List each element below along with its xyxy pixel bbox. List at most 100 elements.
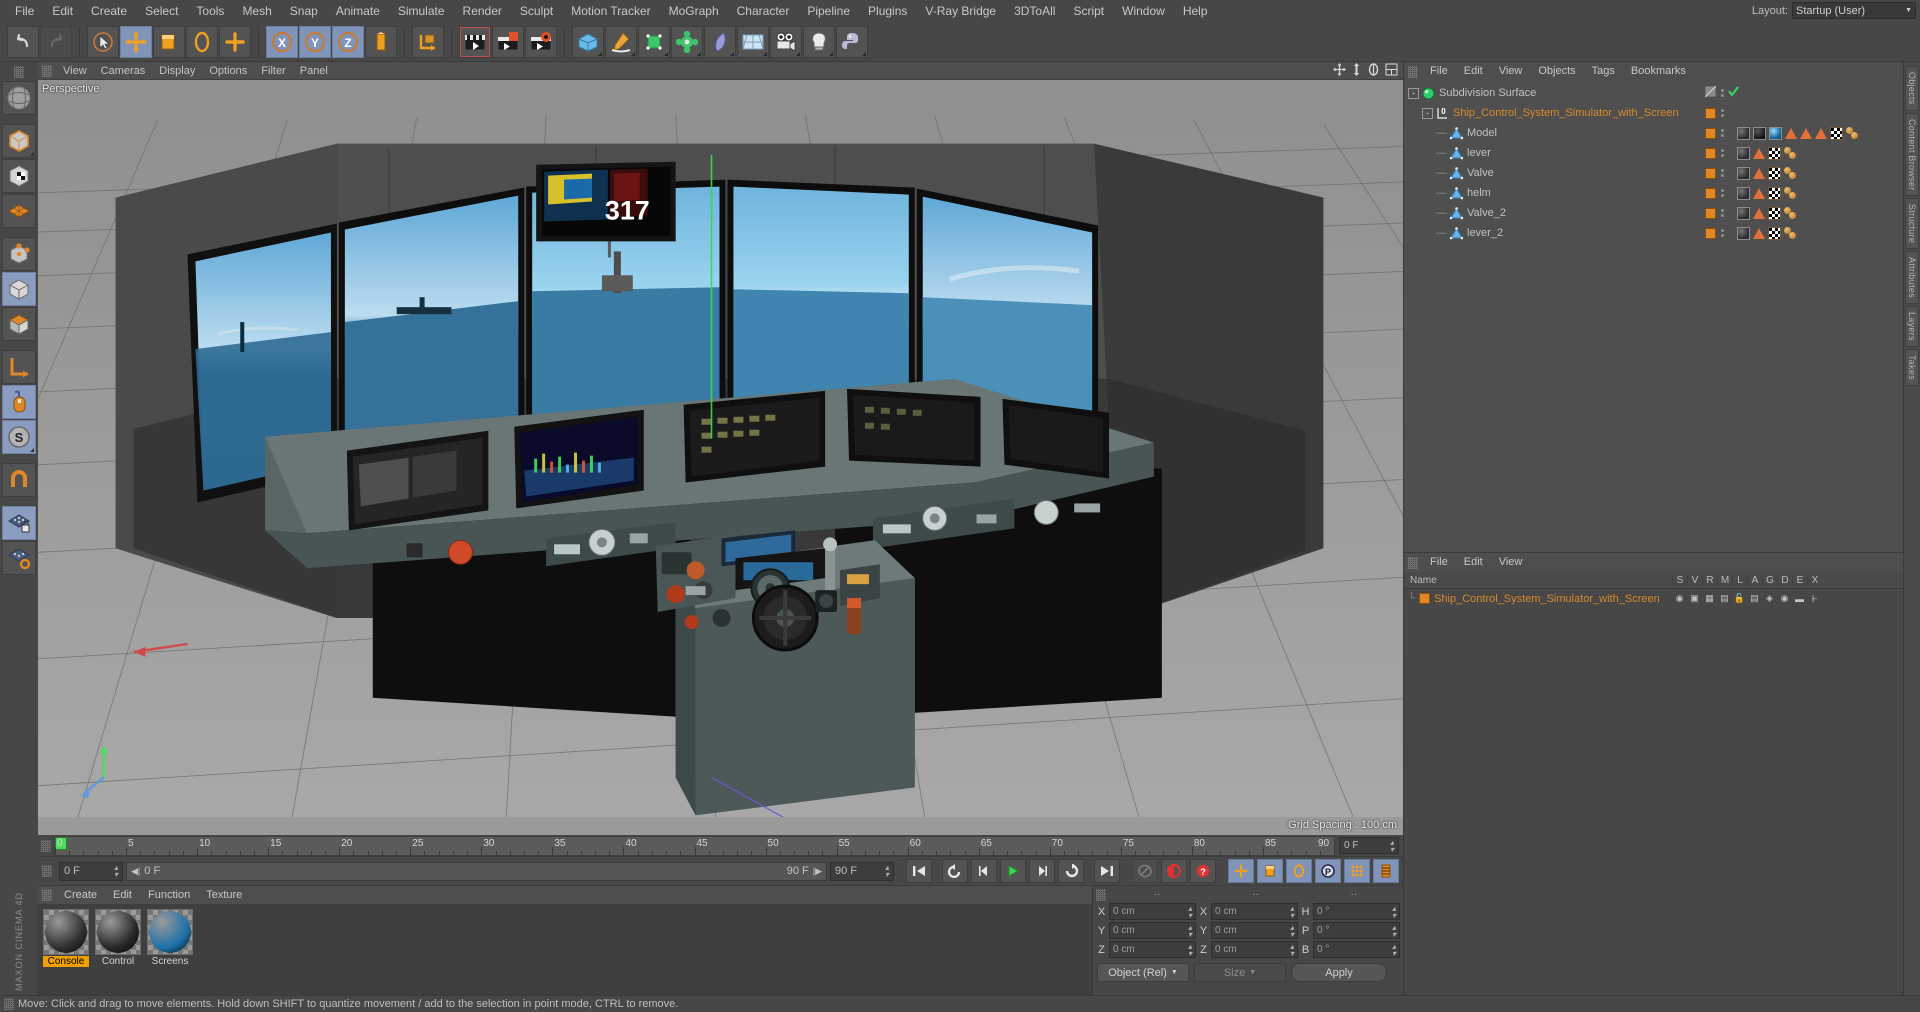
uv-tag-icon[interactable] [1784, 166, 1799, 180]
menu-motion-tracker[interactable]: Motion Tracker [562, 0, 659, 22]
object-row[interactable]: — helm [1404, 183, 1703, 203]
material-menu-edit[interactable]: Edit [105, 886, 140, 904]
layer-manager-toggle-icon[interactable]: ▤ [1717, 593, 1732, 604]
visibility-dots-icon[interactable] [1719, 129, 1725, 137]
stepper-icon[interactable]: ▴ ▾ [1188, 942, 1192, 957]
layer-color-swatch[interactable] [1419, 593, 1431, 604]
snap-toggle-icon[interactable]: S [2, 420, 36, 454]
object-row[interactable]: — Model [1404, 123, 1703, 143]
visibility-dots-icon[interactable] [1719, 89, 1725, 97]
stepper-icon[interactable]: ▴ ▾ [114, 864, 118, 879]
phong-tag-icon[interactable] [1785, 127, 1797, 139]
stepper-icon[interactable]: ▴ ▾ [1290, 942, 1294, 957]
rotate-view-icon[interactable] [1367, 62, 1380, 79]
rotation-h-field[interactable]: 0 ° ▴ ▾ [1313, 903, 1400, 920]
stepper-icon[interactable]: ▴ ▾ [1392, 923, 1396, 938]
step-back-button[interactable] [971, 859, 997, 883]
stepper-icon[interactable]: ▴ ▾ [1290, 904, 1294, 919]
play-backwards-button[interactable] [942, 859, 968, 883]
layer-solo-toggle-icon[interactable]: ◉ [1672, 593, 1687, 604]
menu-3dtoall[interactable]: 3DToAll [1005, 0, 1064, 22]
material-tag-icon[interactable] [1769, 126, 1782, 140]
world-object-axis-icon[interactable] [365, 25, 397, 58]
object-tree[interactable]: - Subdivision Surface -0 Ship_Control_Syste… [1404, 81, 1703, 552]
polygon-mode-icon[interactable] [2, 159, 36, 193]
goto-end-button[interactable] [1094, 859, 1120, 883]
uv-tag-icon[interactable] [1784, 146, 1799, 160]
phong-tag-icon[interactable] [1753, 167, 1765, 179]
layer-row[interactable]: └ Ship_Control_System_Simulator_with_Scre… [1404, 589, 1903, 608]
material-menu-texture[interactable]: Texture [198, 886, 250, 904]
object-menu-file[interactable]: File [1422, 62, 1456, 81]
position-x-field[interactable]: 0 cm ▴ ▾ [1109, 903, 1196, 920]
render-region-icon[interactable] [492, 25, 524, 58]
texture-mode-icon[interactable] [2, 307, 36, 341]
coordinate-system-icon[interactable] [412, 25, 444, 58]
object-menu-bookmarks[interactable]: Bookmarks [1623, 62, 1694, 81]
layer-color-swatch[interactable] [1705, 167, 1716, 179]
workplane-lock-icon[interactable] [2, 506, 36, 540]
material-tag-icon[interactable] [1737, 186, 1750, 200]
redo-icon[interactable] [40, 25, 72, 58]
menu-sculpt[interactable]: Sculpt [511, 0, 562, 22]
expander-toggle-icon[interactable]: - [1408, 87, 1419, 99]
model-mode-icon[interactable] [2, 237, 36, 271]
visibility-dots-icon[interactable] [1719, 149, 1725, 157]
size-y-field[interactable]: 0 cm ▴ ▾ [1211, 922, 1298, 939]
material-swatch[interactable]: Screens [147, 909, 193, 967]
scale-key-button[interactable] [1257, 859, 1283, 883]
layer-color-swatch[interactable] [1705, 227, 1716, 239]
z-axis-icon[interactable]: Z [332, 25, 364, 58]
object-row[interactable]: — Valve_2 [1404, 203, 1703, 223]
position-z-field[interactable]: 0 cm ▴ ▾ [1109, 941, 1196, 958]
visibility-dots-icon[interactable] [1719, 229, 1725, 237]
keyframe-selection-button[interactable]: ? [1190, 859, 1216, 883]
menu-v-ray-bridge[interactable]: V-Ray Bridge [916, 0, 1005, 22]
point-level-anim-button[interactable] [1344, 859, 1370, 883]
visibility-dots-icon[interactable] [1719, 169, 1725, 177]
enabled-check-icon[interactable] [1728, 84, 1739, 102]
object-row[interactable]: — lever [1404, 143, 1703, 163]
phong-tag-icon[interactable] [1753, 187, 1765, 199]
point-mode-icon[interactable] [2, 124, 36, 158]
stepper-icon[interactable]: ▴ ▾ [1392, 942, 1396, 957]
record-keyframe-button[interactable] [1161, 859, 1187, 883]
end-frame-field[interactable]: 90 F ▴ ▾ [830, 861, 894, 881]
visibility-dots-icon[interactable] [1719, 189, 1725, 197]
object-manager-grip[interactable] [1408, 65, 1418, 78]
coordinate-size-select[interactable]: Size ▼ [1194, 963, 1286, 982]
edge-mode-icon[interactable] [2, 194, 36, 228]
menu-select[interactable]: Select [136, 0, 187, 22]
texture-tag-icon[interactable] [1830, 126, 1843, 140]
magnet-icon[interactable] [2, 463, 36, 497]
layer-rows[interactable]: └ Ship_Control_System_Simulator_with_Scre… [1404, 589, 1903, 608]
viewport-menu-display[interactable]: Display [152, 62, 202, 80]
layer-color-swatch[interactable] [1705, 147, 1716, 159]
visibility-dots-icon[interactable] [1719, 109, 1725, 117]
material-swatch-area[interactable]: Console Control Screens [38, 904, 1092, 995]
menu-simulate[interactable]: Simulate [389, 0, 454, 22]
rotation-p-field[interactable]: 0 ° ▴ ▾ [1313, 922, 1400, 939]
autokey-toggle-button[interactable] [1132, 859, 1158, 883]
object-row[interactable]: — lever_2 [1404, 223, 1703, 243]
stepper-icon[interactable]: ▴ ▾ [1188, 904, 1192, 919]
x-axis-icon[interactable]: X [266, 25, 298, 58]
viewport-menu-view[interactable]: View [56, 62, 94, 80]
size-x-field[interactable]: 0 cm ▴ ▾ [1211, 903, 1298, 920]
material-swatch[interactable]: Console [43, 909, 89, 967]
preview-range-bar[interactable]: ◀| 0 F 90 F |▶ [126, 861, 827, 881]
step-forward-button[interactable] [1029, 859, 1055, 883]
dock-tab-objects[interactable]: Objects [1905, 66, 1919, 111]
python-icon[interactable] [836, 25, 868, 58]
object-tag-columns[interactable] [1703, 81, 1903, 552]
rotate-tool-icon[interactable] [186, 25, 218, 58]
uv-tag-icon[interactable] [1846, 126, 1861, 140]
material-grip[interactable] [42, 889, 52, 901]
dock-tab-takes[interactable]: Takes [1905, 349, 1919, 387]
timeline-end-field[interactable]: 0 F ▴ ▾ [1339, 837, 1399, 854]
object-manager-body[interactable]: - Subdivision Surface -0 Ship_Control_Syste… [1404, 81, 1903, 552]
camera-icon[interactable] [770, 25, 802, 58]
size-z-field[interactable]: 0 cm ▴ ▾ [1211, 941, 1298, 958]
light-icon[interactable] [803, 25, 835, 58]
menu-file[interactable]: File [6, 0, 43, 22]
